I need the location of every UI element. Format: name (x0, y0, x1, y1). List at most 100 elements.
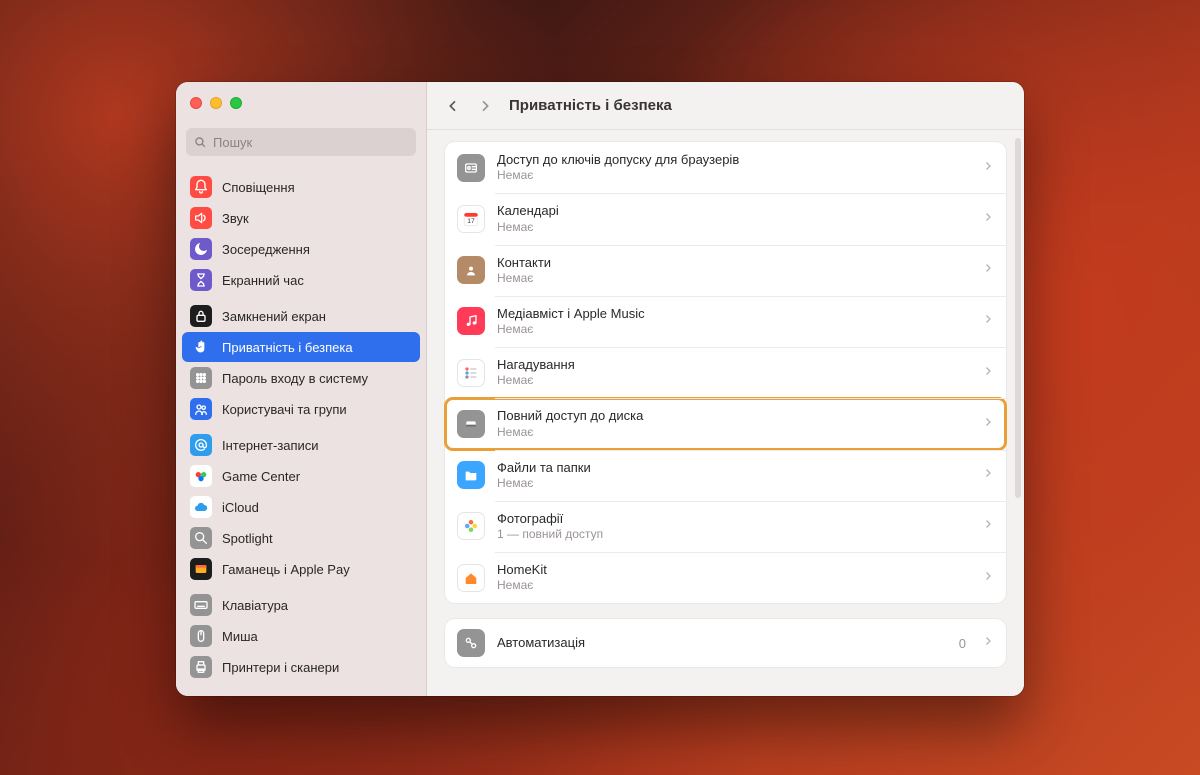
sidebar-item[interactable]: Сповіщення (182, 172, 420, 202)
sidebar-item[interactable]: Гаманець і Apple Pay (182, 554, 420, 584)
nav-forward-button[interactable] (473, 94, 497, 118)
row-text: Фотографії1 — повний доступ (497, 511, 970, 542)
row-subtitle: Немає (497, 476, 970, 491)
chevron-right-icon (982, 415, 994, 433)
search-input[interactable]: Пошук (186, 128, 416, 156)
chevron-left-icon (445, 98, 461, 114)
row-title: Нагадування (497, 357, 970, 373)
row-text: НагадуванняНемає (497, 357, 970, 388)
settings-row[interactable]: HomeKitНемає (445, 552, 1006, 603)
close-window-button[interactable] (190, 97, 202, 109)
disk-icon (457, 410, 485, 438)
row-title: HomeKit (497, 562, 970, 578)
settings-row[interactable]: Фотографії1 — повний доступ (445, 501, 1006, 552)
sidebar-item[interactable]: Замкнений екран (182, 301, 420, 331)
moon-icon (190, 238, 212, 260)
sidebar-group: Замкнений екран Приватність і безпека Паро… (182, 301, 420, 424)
nav-back-button[interactable] (441, 94, 465, 118)
sidebar-item[interactable]: Клавіатура (182, 590, 420, 620)
row-text: КонтактиНемає (497, 255, 970, 286)
settings-row[interactable]: Медіавміст і Apple MusicНемає (445, 296, 1006, 347)
chevron-right-icon (982, 261, 994, 279)
settings-row[interactable]: КонтактиНемає (445, 245, 1006, 296)
settings-panel: Автоматизація0 (445, 619, 1006, 667)
settings-row[interactable]: Доступ до ключів допуску для браузерівНе… (445, 142, 1006, 193)
sidebar-item[interactable]: Пароль входу в систему (182, 363, 420, 393)
settings-row[interactable]: 17 КалендаріНемає (445, 193, 1006, 244)
sidebar-item[interactable]: Приватність і безпека (182, 332, 420, 362)
lock-icon (190, 305, 212, 327)
reminders-icon (457, 359, 485, 387)
row-title: Календарі (497, 203, 970, 219)
settings-panel: Доступ до ключів допуску для браузерівНе… (445, 142, 1006, 603)
home-icon (457, 564, 485, 592)
content-area: Приватність і безпека Доступ до ключів д… (426, 82, 1024, 696)
chevron-right-icon (477, 98, 493, 114)
sidebar-list: СповіщенняЗвук Зосередження Екранний час За… (176, 166, 426, 696)
svg-text:17: 17 (467, 218, 475, 225)
sidebar-item[interactable]: Миша (182, 621, 420, 651)
chevron-right-icon (982, 634, 994, 652)
sidebar-item-label: iCloud (222, 500, 412, 515)
sidebar-item-label: Зосередження (222, 242, 412, 257)
sidebar-item[interactable]: Принтери і сканери (182, 652, 420, 682)
sidebar-group: Інтернет-записи Game Center iCloud Spotligh… (182, 430, 420, 584)
gamecenter-icon (190, 465, 212, 487)
sidebar-item[interactable]: iCloud (182, 492, 420, 522)
sidebar-item[interactable]: Spotlight (182, 523, 420, 553)
window-controls (176, 82, 426, 124)
sidebar-item[interactable]: Звук (182, 203, 420, 233)
settings-row[interactable]: Повний доступ до дискаНемає (445, 398, 1006, 449)
sidebar-item[interactable]: Користувачі та групи (182, 394, 420, 424)
sidebar-item[interactable]: Інтернет-записи (182, 430, 420, 460)
contact-icon (457, 256, 485, 284)
sidebar-item[interactable]: Зосередження (182, 234, 420, 264)
sidebar-item-label: Екранний час (222, 273, 412, 288)
scrollbar[interactable] (1015, 138, 1021, 498)
bell-icon (190, 176, 212, 198)
settings-row[interactable]: Файли та папкиНемає (445, 450, 1006, 501)
row-subtitle: Немає (497, 220, 970, 235)
minimize-window-button[interactable] (210, 97, 222, 109)
sidebar-item-label: Приватність і безпека (222, 340, 412, 355)
row-title: Файли та папки (497, 460, 970, 476)
row-text: Повний доступ до дискаНемає (497, 408, 970, 439)
cloud-icon (190, 496, 212, 518)
zoom-window-button[interactable] (230, 97, 242, 109)
row-text: HomeKitНемає (497, 562, 970, 593)
speaker-icon (190, 207, 212, 229)
sidebar-item-label: Spotlight (222, 531, 412, 546)
sidebar-item-label: Принтери і сканери (222, 660, 412, 675)
search-placeholder: Пошук (213, 135, 252, 150)
folder-icon (457, 461, 485, 489)
sidebar-item[interactable]: Game Center (182, 461, 420, 491)
sidebar-item-label: Game Center (222, 469, 412, 484)
chevron-right-icon (982, 364, 994, 382)
chevron-right-icon (982, 312, 994, 330)
row-subtitle: Немає (497, 168, 970, 183)
system-settings-window: Пошук СповіщенняЗвук Зосередження Екранний… (176, 82, 1024, 696)
sidebar-group: КлавіатураМиша Принтери і сканери (182, 590, 420, 682)
mouse-icon (190, 625, 212, 647)
sidebar-group: СповіщенняЗвук Зосередження Екранний час (182, 172, 420, 295)
settings-list: Доступ до ключів допуску для браузерівНе… (427, 130, 1024, 696)
settings-row[interactable]: Автоматизація0 (445, 619, 1006, 667)
chevron-right-icon (982, 159, 994, 177)
desktop-wallpaper: Пошук СповіщенняЗвук Зосередження Екранний… (0, 0, 1200, 775)
hand-icon (190, 336, 212, 358)
photos-icon (457, 512, 485, 540)
chevron-right-icon (982, 466, 994, 484)
row-title: Контакти (497, 255, 970, 271)
grid-icon (190, 367, 212, 389)
sidebar-item-label: Інтернет-записи (222, 438, 412, 453)
page-title: Приватність і безпека (509, 97, 672, 114)
wallet-icon (190, 558, 212, 580)
keyboard-icon (190, 594, 212, 616)
printer-icon (190, 656, 212, 678)
row-text: КалендаріНемає (497, 203, 970, 234)
settings-row[interactable]: НагадуванняНемає (445, 347, 1006, 398)
sidebar-item[interactable]: Екранний час (182, 265, 420, 295)
row-text: Файли та папкиНемає (497, 460, 970, 491)
row-title: Доступ до ключів допуску для браузерів (497, 152, 970, 168)
at-icon (190, 434, 212, 456)
